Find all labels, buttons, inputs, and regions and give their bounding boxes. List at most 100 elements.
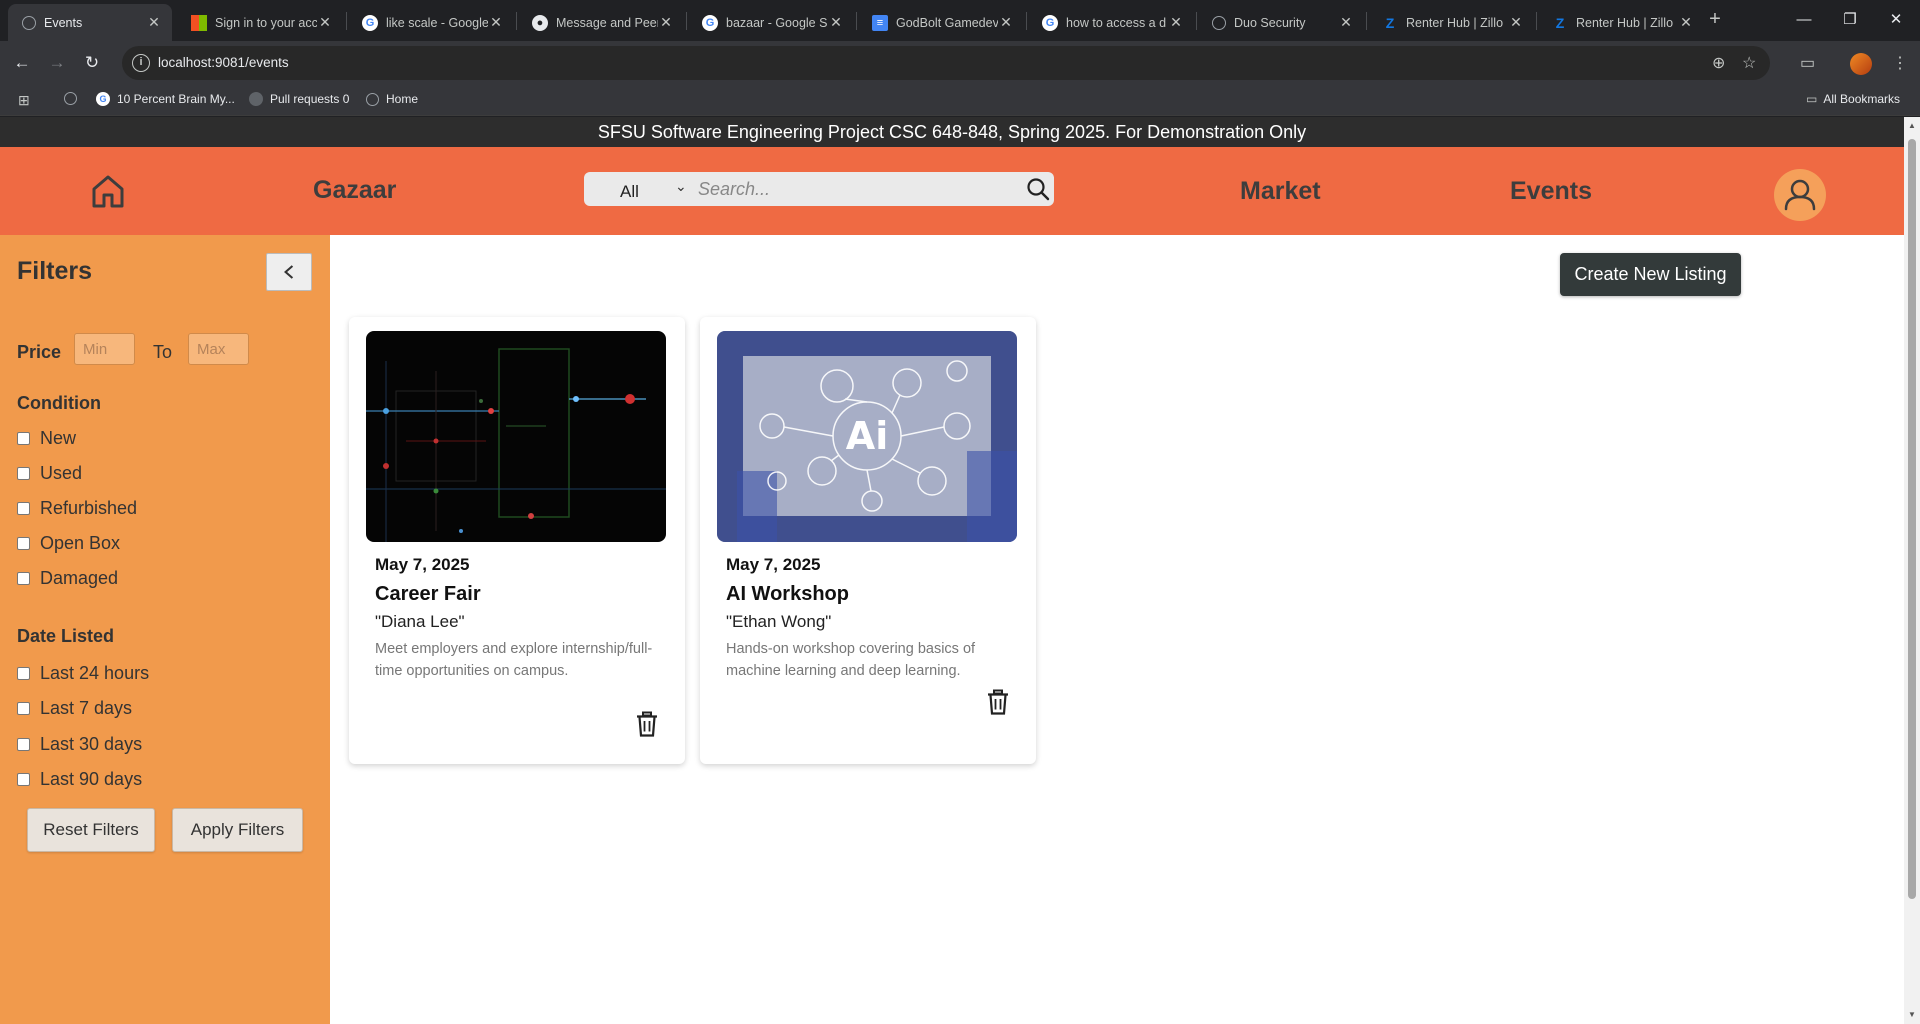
checkbox[interactable] [17,432,30,445]
brand-logo[interactable]: Gazaar [313,176,396,205]
chevron-down-icon[interactable]: ⌄ [675,178,687,195]
tab-title: how to access a d [1066,15,1167,30]
create-listing-button[interactable]: Create New Listing [1560,253,1741,296]
checkbox[interactable] [17,667,30,680]
nav-events[interactable]: Events [1510,177,1592,206]
close-icon[interactable]: ✕ [488,14,504,31]
checkbox[interactable] [17,467,30,480]
checkbox-label: Last 30 days [40,734,143,754]
tab-title: Events [44,15,83,30]
date-option-90d[interactable]: Last 90 days [17,769,142,790]
globe-icon [366,92,379,106]
close-icon[interactable]: ✕ [1508,14,1524,31]
browser-tab-events[interactable]: Events ✕ [8,4,172,41]
filters-title: Filters [17,257,93,285]
condition-option-refurbished[interactable]: Refurbished [17,498,137,519]
reload-icon[interactable]: ↻ [78,49,106,77]
star-icon[interactable]: ☆ [1742,53,1756,73]
event-title[interactable]: Career Fair [375,583,481,606]
browser-tab[interactable]: G like scale - Google ✕ [348,4,514,41]
all-bookmarks-label: All Bookmarks [1823,92,1901,106]
user-avatar[interactable] [1774,169,1826,221]
search-icon[interactable] [1026,177,1050,201]
nav-market[interactable]: Market [1240,177,1321,206]
folder-icon: ▭ [1806,92,1818,106]
scroll-down-icon[interactable]: ▼ [1908,1010,1916,1019]
restore-icon[interactable]: ❐ [1827,0,1873,41]
bookmark-item[interactable]: Pull requests 0 [249,92,349,106]
search-input[interactable] [698,176,1018,202]
date-option-24h[interactable]: Last 24 hours [17,663,149,684]
url-text[interactable]: localhost:9081/events [158,55,289,70]
trash-icon[interactable] [635,711,659,737]
condition-option-new[interactable]: New [17,428,76,449]
close-icon[interactable]: ✕ [1678,14,1694,31]
bookmark-item[interactable]: Home [366,92,418,106]
checkbox-label: Used [40,463,83,483]
browser-toolbar: ← → ↻ i localhost:9081/events ⊕ ☆ ▭ ⋮ [0,41,1920,84]
zillow-icon: Z [1555,14,1565,31]
close-icon[interactable]: ✕ [658,14,674,31]
checkbox[interactable] [17,702,30,715]
browser-tab[interactable]: Sign in to your acc ✕ [177,4,343,41]
site-info-icon[interactable]: i [132,54,150,72]
date-option-7d[interactable]: Last 7 days [17,698,132,719]
condition-option-damaged[interactable]: Damaged [17,568,118,589]
browser-tab[interactable]: Z Renter Hub | Zillo ✕ [1538,4,1704,41]
microsoft-icon [191,14,207,31]
event-card[interactable]: May 7, 2025 Career Fair "Diana Lee" Meet… [349,317,685,764]
sidepanel-icon[interactable]: ▭ [1800,53,1815,73]
apps-grid-icon[interactable]: ⊞ [18,92,30,109]
address-bar[interactable]: i localhost:9081/events ⊕ ☆ [122,46,1770,80]
new-tab-icon[interactable]: + [1703,8,1727,32]
search-category-select[interactable]: All [620,182,639,202]
browser-tab[interactable]: Duo Security ✕ [1198,4,1364,41]
checkbox[interactable] [17,738,30,751]
browser-tab[interactable]: G how to access a d ✕ [1028,4,1194,41]
browser-tab[interactable]: ● Message and Peer ✕ [518,4,684,41]
globe-icon [1212,15,1226,30]
close-icon[interactable]: ✕ [998,14,1014,31]
back-icon[interactable]: ← [8,49,36,77]
bookmark-item[interactable]: G 10 Percent Brain My... [96,92,235,106]
reset-filters-button[interactable]: Reset Filters [27,808,155,852]
browser-tab[interactable]: ≡ GodBolt Gamedev ✕ [858,4,1024,41]
collapse-sidebar-button[interactable] [266,253,312,291]
close-icon[interactable]: ✕ [1168,14,1184,31]
price-max-input[interactable] [188,333,249,365]
globe-icon [64,92,77,105]
checkbox[interactable] [17,773,30,786]
window-close-icon[interactable]: ✕ [1873,0,1919,41]
event-title[interactable]: AI Workshop [726,583,849,606]
checkbox-label: Damaged [40,568,119,588]
minimize-icon[interactable]: — [1781,0,1827,41]
apply-filters-button[interactable]: Apply Filters [172,808,303,852]
scroll-up-icon[interactable]: ▲ [1908,121,1916,130]
all-bookmarks[interactable]: ▭ All Bookmarks [1806,92,1900,106]
price-label: Price [17,342,62,362]
condition-option-open-box[interactable]: Open Box [17,533,120,554]
browser-tab[interactable]: Z Renter Hub | Zillo ✕ [1368,4,1534,41]
profile-avatar-icon[interactable] [1850,53,1872,75]
event-card[interactable]: Ai May 7, 2025 AI Workshop "Ethan Wong" … [700,317,1036,764]
price-min-input[interactable] [74,333,135,365]
zoom-icon[interactable]: ⊕ [1712,53,1725,73]
date-option-30d[interactable]: Last 30 days [17,734,142,755]
home-icon[interactable] [90,173,126,209]
menu-kebab-icon[interactable]: ⋮ [1892,53,1908,73]
close-icon[interactable]: ✕ [146,14,162,31]
trash-icon[interactable] [986,689,1010,715]
close-icon[interactable]: ✕ [1338,14,1354,31]
checkbox[interactable] [17,502,30,515]
checkbox-label: Last 24 hours [40,663,150,683]
checkbox[interactable] [17,572,30,585]
condition-option-used[interactable]: Used [17,463,82,484]
page-scrollbar[interactable]: ▲ ▼ [1904,117,1920,1024]
bookmark-globe[interactable] [64,92,84,105]
close-icon[interactable]: ✕ [828,14,844,31]
browser-tab[interactable]: G bazaar - Google S ✕ [688,4,854,41]
close-icon[interactable]: ✕ [317,14,333,31]
forward-icon[interactable]: → [43,49,71,77]
scrollbar-thumb[interactable] [1908,139,1916,899]
checkbox[interactable] [17,537,30,550]
